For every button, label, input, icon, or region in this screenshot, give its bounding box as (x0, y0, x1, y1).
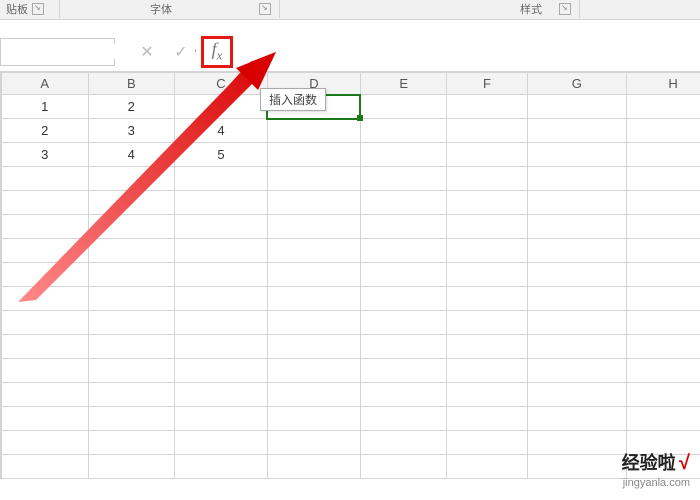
table-row (1, 431, 700, 455)
cell[interactable] (360, 119, 447, 143)
ribbon-group-clipboard: 贴板 (0, 0, 60, 18)
table-row (1, 311, 700, 335)
col-header[interactable]: B (88, 73, 175, 95)
cell[interactable] (627, 143, 700, 167)
col-header[interactable]: G (527, 73, 627, 95)
formula-input[interactable] (233, 38, 700, 66)
dialog-launcher-icon[interactable] (32, 3, 44, 15)
cell[interactable]: 4 (175, 119, 268, 143)
ribbon-label-styles: 样式 (520, 1, 542, 17)
close-icon: ✕ (140, 42, 153, 62)
table-row (1, 167, 700, 191)
cell[interactable] (527, 119, 627, 143)
cell[interactable] (447, 119, 527, 143)
column-header-row: A B C D E F G H (1, 73, 700, 95)
ribbon-group-styles: 样式 (280, 0, 580, 18)
col-header[interactable]: F (447, 73, 527, 95)
cell[interactable] (447, 143, 527, 167)
table-row: 2 3 4 (1, 119, 700, 143)
col-header[interactable]: H (627, 73, 700, 95)
cell[interactable] (360, 95, 447, 119)
cell[interactable] (360, 143, 447, 167)
fx-icon: fx (212, 39, 223, 64)
table-row: 1 2 3 (1, 95, 700, 119)
col-header[interactable]: C (175, 73, 268, 95)
table-row (1, 287, 700, 311)
cell[interactable] (527, 143, 627, 167)
table-row (1, 359, 700, 383)
insert-function-button[interactable]: fx (201, 36, 233, 68)
table-row (1, 383, 700, 407)
name-box[interactable]: ▼ (0, 38, 115, 66)
dialog-launcher-icon[interactable] (259, 3, 271, 15)
table-row (1, 407, 700, 431)
enter-button[interactable]: ✓ (167, 38, 195, 66)
table-row (1, 335, 700, 359)
ribbon-label-font: 字体 (150, 1, 172, 17)
cell[interactable]: 2 (2, 119, 89, 143)
cell[interactable] (447, 95, 527, 119)
table-row (1, 191, 700, 215)
formula-buttons: ✕ ✓ fx (133, 36, 233, 68)
cell[interactable]: 3 (175, 95, 268, 119)
dialog-launcher-icon[interactable] (559, 3, 571, 15)
ribbon-group-font: 字体 (60, 0, 280, 18)
ribbon-label-clipboard: 贴板 (6, 1, 28, 17)
grid-body: 1 2 3 2 3 4 3 (1, 95, 700, 479)
watermark: 经验啦 √ jingyanla.com (622, 450, 690, 490)
cell[interactable]: 1 (2, 95, 89, 119)
cell[interactable] (527, 95, 627, 119)
cell[interactable]: 5 (175, 143, 268, 167)
cell[interactable]: 4 (88, 143, 175, 167)
check-icon: ✓ (174, 42, 187, 62)
table-row (1, 215, 700, 239)
cancel-button[interactable]: ✕ (133, 38, 161, 66)
table-row (1, 239, 700, 263)
watermark-check-icon: √ (679, 452, 690, 474)
col-header[interactable]: E (360, 73, 447, 95)
spreadsheet-grid[interactable]: A B C D E F G H 1 2 3 (0, 72, 700, 479)
insert-function-tooltip: 插入函数 (260, 88, 326, 111)
table-row: 3 4 5 (1, 143, 700, 167)
ribbon: 贴板 字体 样式 (0, 0, 700, 20)
formula-bar: ▼ ✕ ✓ fx (0, 32, 700, 72)
cell[interactable]: 2 (88, 95, 175, 119)
cell[interactable] (627, 95, 700, 119)
cell[interactable] (627, 119, 700, 143)
col-header[interactable]: A (2, 73, 89, 95)
table-row (1, 263, 700, 287)
watermark-url: jingyanla.com (622, 476, 690, 490)
cell[interactable]: 3 (88, 119, 175, 143)
table-row (1, 455, 700, 479)
cell[interactable] (267, 119, 360, 143)
cell[interactable]: 3 (2, 143, 89, 167)
watermark-brand: 经验啦 (622, 453, 676, 473)
cell[interactable] (267, 143, 360, 167)
